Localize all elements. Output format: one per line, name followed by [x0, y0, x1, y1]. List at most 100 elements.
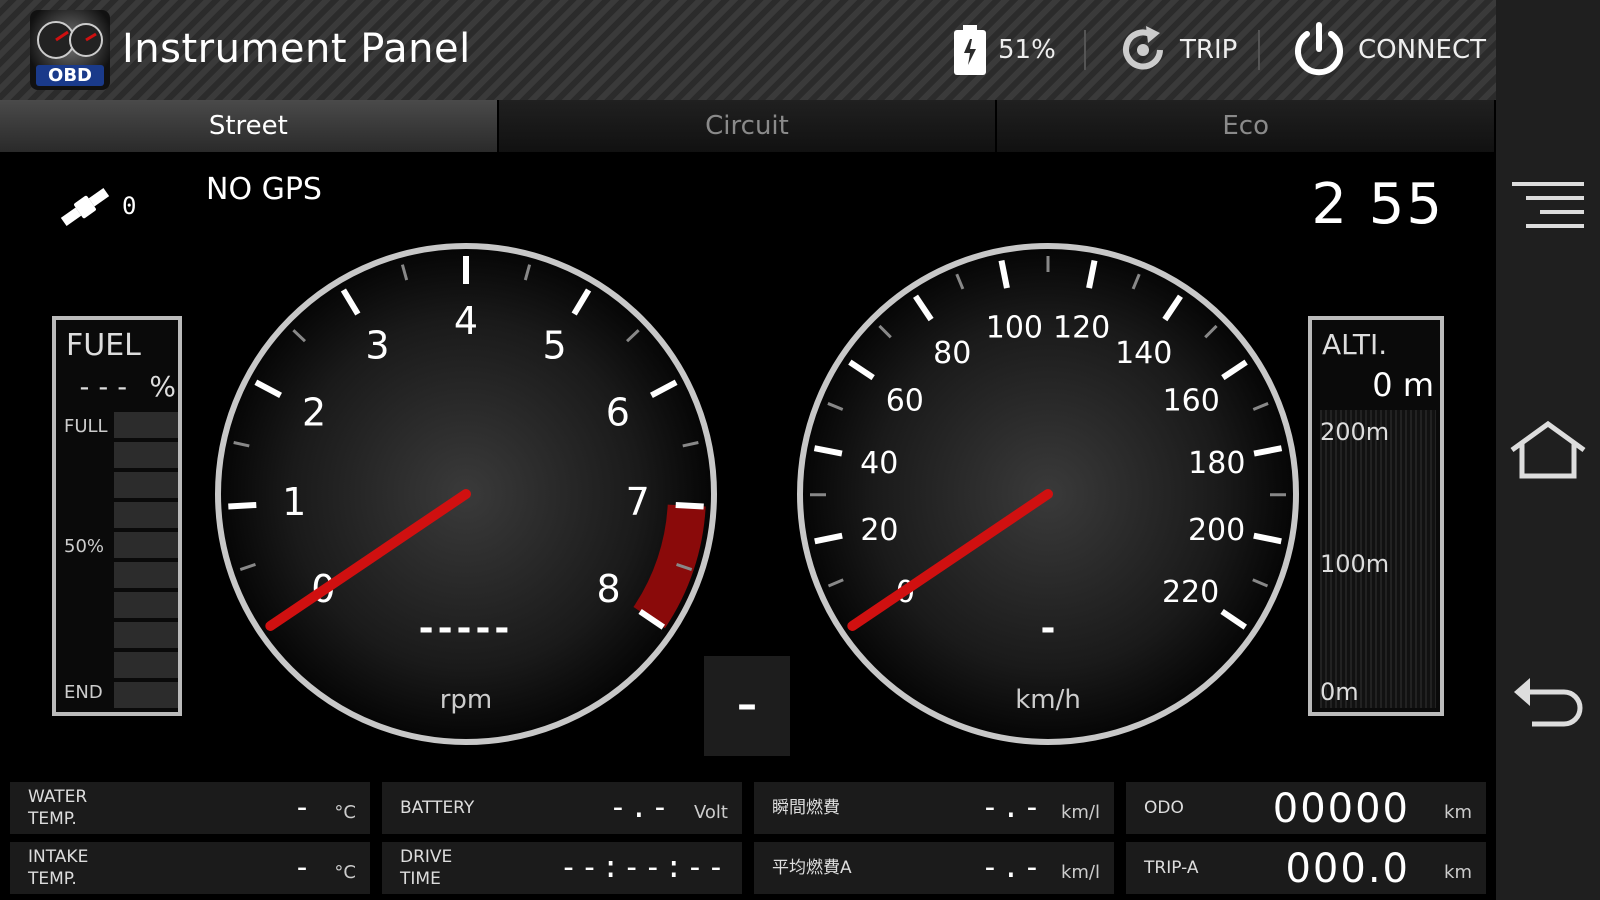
speed-tick-label: 140 [1115, 336, 1172, 371]
intake-temp-unit: °C [334, 862, 356, 883]
fuel-bar-stack [114, 412, 178, 708]
trip-label: TRIP [1180, 35, 1238, 65]
battery-value: -.- [608, 790, 672, 825]
altitude-label-200: 200m [1320, 418, 1390, 446]
instant-fuel-label: 瞬間燃費 [772, 798, 840, 818]
home-icon [1510, 420, 1586, 479]
trip-a-label: TRIP-A [1144, 858, 1199, 878]
tach-readout: ----- [419, 608, 514, 649]
connect-label: CONNECT [1358, 35, 1486, 65]
gear-indicator: – [704, 656, 790, 756]
intake-temp-label: INTAKE TEMP. [28, 847, 89, 889]
menu-button[interactable] [1508, 166, 1588, 246]
back-icon [1514, 678, 1583, 727]
speed-readout: - [1041, 608, 1056, 649]
app-header: OBD Instrument Panel 51% TRIP CONNECT [0, 0, 1496, 100]
battery-cell: BATTERY -.- Volt [382, 782, 742, 834]
home-button[interactable] [1508, 410, 1588, 490]
tach-unit: rpm [440, 685, 493, 715]
fuel-label-half: 50% [64, 536, 105, 557]
logo-text: OBD [36, 65, 104, 86]
odo-label: ODO [1144, 798, 1184, 818]
fuel-bar-segment [114, 622, 178, 648]
tach-tick-label: 6 [606, 390, 630, 434]
mode-tabs: Street Circuit Eco [0, 100, 1496, 152]
water-temp-unit: °C [334, 802, 356, 823]
tach-major-tick [228, 501, 257, 510]
trip-a-cell: TRIP-A 000.0 km [1126, 842, 1486, 894]
fuel-bar-segment [114, 442, 178, 468]
header-divider [1258, 30, 1260, 70]
power-icon [1295, 22, 1343, 76]
battery-icon [954, 25, 986, 75]
tach-tick-label: 2 [302, 390, 326, 434]
speed-tick-label: 60 [886, 384, 924, 419]
tab-street[interactable]: Street [0, 100, 499, 152]
connect-button[interactable]: CONNECT [1290, 20, 1486, 80]
header-divider [1084, 30, 1086, 70]
odo-value: 00000 [1272, 786, 1410, 832]
water-temp-value: - [292, 790, 314, 825]
tach-tick-label: 5 [542, 324, 566, 368]
odo-unit: km [1444, 802, 1472, 823]
instrument-panel-app: OBD Instrument Panel 51% TRIP CONNECT St… [0, 0, 1496, 900]
fuel-bar-segment [114, 682, 178, 708]
back-button[interactable] [1508, 660, 1588, 740]
trip-reset-icon [1123, 26, 1163, 70]
instant-fuel-value: -.- [980, 790, 1044, 825]
fuel-bar-segment [114, 532, 178, 558]
fuel-bar-segment [114, 562, 178, 588]
speed-tick-label: 160 [1163, 384, 1220, 419]
battery-percent: 51% [998, 35, 1056, 65]
gear-value: – [737, 682, 757, 728]
fuel-bar-segment [114, 592, 178, 618]
speed-tick-label: 180 [1188, 446, 1245, 481]
speed-tick-label: 120 [1053, 310, 1110, 345]
fuel-bar-segment [114, 502, 178, 528]
tach-tick-label: 4 [454, 299, 478, 343]
water-temp-label: WATER TEMP. [28, 787, 88, 829]
tab-circuit[interactable]: Circuit [498, 100, 998, 152]
avg-fuel-cell: 平均燃費A -.- km/l [754, 842, 1114, 894]
avg-fuel-value: -.- [980, 850, 1044, 885]
altitude-title: ALTI. [1322, 328, 1388, 361]
altitude-gauge: ALTI. 0 m 200m 100m 0m [1308, 316, 1444, 716]
tach-tick-label: 1 [282, 480, 306, 524]
page-title: Instrument Panel [122, 26, 471, 72]
tab-eco[interactable]: Eco [997, 100, 1496, 152]
fuel-label-full: FULL [64, 416, 108, 437]
menu-icon [1512, 182, 1584, 228]
avg-fuel-unit: km/l [1060, 862, 1100, 883]
fuel-value: --- [76, 370, 133, 403]
fuel-bar-segment [114, 652, 178, 678]
battery-label: BATTERY [400, 798, 475, 818]
fuel-bar-segment [114, 472, 178, 498]
speed-tick-label: 200 [1188, 513, 1245, 548]
altitude-label-0: 0m [1320, 678, 1359, 706]
fuel-bar-segment [114, 412, 178, 438]
drive-time-label: DRIVE TIME [400, 847, 453, 889]
trip-button[interactable]: TRIP [1116, 20, 1237, 80]
tach-tick-label: 3 [365, 324, 389, 368]
gps-status: NO GPS [206, 172, 322, 207]
satellite-count: 0 [122, 192, 137, 220]
trip-a-value: 000.0 [1285, 846, 1410, 892]
trip-a-unit: km [1444, 862, 1472, 883]
satellite-icon [60, 187, 110, 227]
gauge-logo-icon [37, 21, 103, 59]
battery-indicator: 51% [952, 20, 1056, 80]
instant-fuel-cell: 瞬間燃費 -.- km/l [754, 782, 1114, 834]
speed-tick-label: 100 [986, 310, 1043, 345]
instant-fuel-unit: km/l [1060, 802, 1100, 823]
altitude-label-100: 100m [1320, 550, 1390, 578]
fuel-title: FUEL [66, 328, 141, 363]
avg-fuel-label: 平均燃費A [772, 858, 852, 878]
fuel-unit: % [149, 370, 176, 403]
speed-tick-label: 40 [860, 446, 898, 481]
speed-tick-label: 220 [1162, 575, 1219, 610]
drive-time-value: --:--:-- [559, 850, 728, 885]
altitude-value: 0 m [1372, 366, 1434, 404]
tachometer: 012345678 ----- rpm [215, 243, 717, 745]
obd-logo: OBD [30, 10, 110, 90]
speed-unit: km/h [1015, 685, 1081, 715]
